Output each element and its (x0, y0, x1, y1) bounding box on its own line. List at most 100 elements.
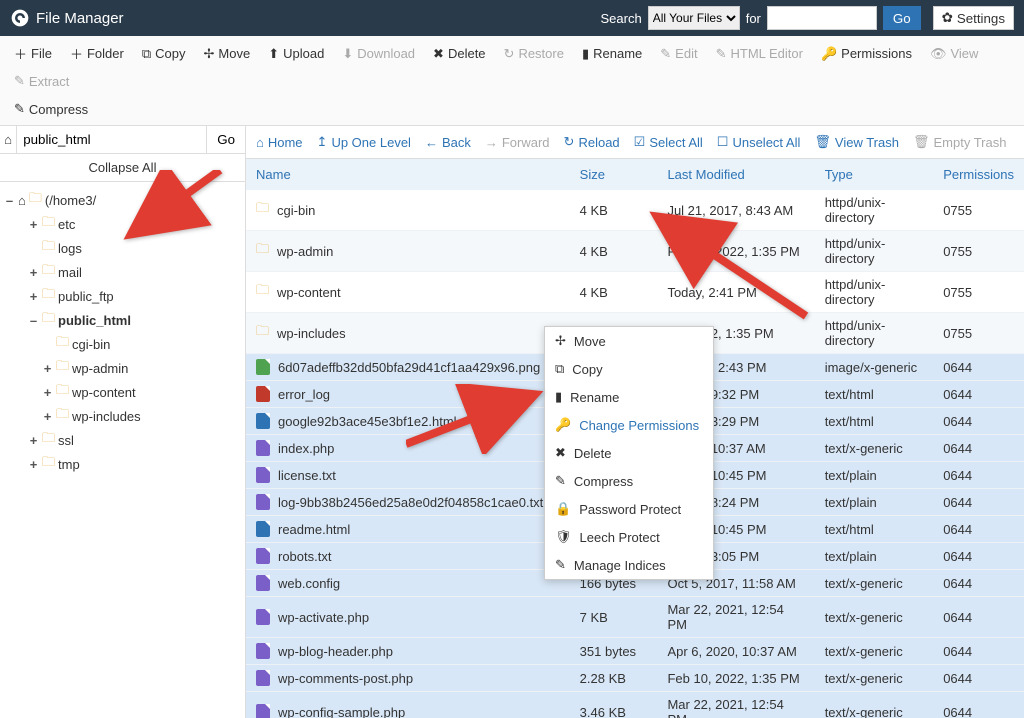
ctx-compress[interactable]: ✎Compress (545, 467, 713, 495)
search-area: Search All Your Files for Go ✿Settings (601, 6, 1015, 30)
tb-move[interactable]: ✢Move (196, 40, 259, 67)
tree-node[interactable]: +🗀wp-includes (4, 404, 241, 428)
file-icon (256, 359, 270, 375)
tb-file[interactable]: ＋File (6, 40, 60, 67)
file-type: text/plain (815, 462, 934, 489)
file-perm: 0644 (933, 462, 1024, 489)
tb-view[interactable]: 👁View (922, 40, 986, 67)
file-type: text/x-generic (815, 692, 934, 718)
file-icon (256, 575, 270, 591)
file-type: httpd/unix-directory (815, 231, 934, 272)
table-row[interactable]: 🗀cgi-bin4 KBJul 21, 2017, 8:43 AMhttpd/u… (246, 190, 1024, 231)
table-row[interactable]: wp-blog-header.php351 bytesApr 6, 2020, … (246, 638, 1024, 665)
nav-forward[interactable]: →Forward (485, 134, 550, 150)
file-name: wp-content (277, 285, 341, 300)
file-name: wp-blog-header.php (278, 644, 393, 659)
file-name: web.config (278, 576, 340, 591)
file-type: text/plain (815, 489, 934, 516)
file-modified: Mar 22, 2021, 12:54 PM (657, 692, 814, 718)
home-icon-button[interactable]: ⌂ (0, 126, 17, 153)
nav-up[interactable]: ↥Up One Level (317, 134, 411, 150)
tree-node[interactable]: +🗀wp-content (4, 380, 241, 404)
file-perm: 0644 (933, 381, 1024, 408)
ctx-password-protect[interactable]: 🔒Password Protect (545, 495, 713, 523)
search-go-button[interactable]: Go (883, 6, 921, 30)
file-type: text/html (815, 381, 934, 408)
path-input[interactable] (17, 126, 206, 153)
ctx-rename[interactable]: ▮Rename (545, 383, 713, 411)
table-row[interactable]: 🗀wp-admin4 KBFeb 10, 2022, 1:35 PMhttpd/… (246, 231, 1024, 272)
search-scope-select[interactable]: All Your Files (648, 6, 740, 30)
nav-unselect-all[interactable]: ☐Unselect All (717, 134, 801, 150)
nav-view-trash[interactable]: 🗑View Trash (814, 134, 899, 150)
file-icon (256, 609, 270, 625)
file-size: 4 KB (570, 272, 658, 313)
tb-upload[interactable]: ⬆Upload (260, 40, 332, 67)
nav-back[interactable]: ←Back (425, 134, 471, 150)
tb-html-editor[interactable]: ✎HTML Editor (708, 40, 811, 67)
search-input[interactable] (767, 6, 877, 30)
table-row[interactable]: 🗀wp-content4 KBToday, 2:41 PMhttpd/unix-… (246, 272, 1024, 313)
col-type[interactable]: Type (815, 159, 934, 190)
file-perm: 0644 (933, 570, 1024, 597)
ctx-change-permissions[interactable]: 🔑Change Permissions (545, 411, 713, 439)
table-row[interactable]: wp-activate.php7 KBMar 22, 2021, 12:54 P… (246, 597, 1024, 638)
folder-icon: 🗀 (256, 281, 269, 303)
file-size: 351 bytes (570, 638, 658, 665)
ctx-manage-indices[interactable]: ✎Manage Indices (545, 551, 713, 579)
col-name[interactable]: Name (246, 159, 570, 190)
tb-rename[interactable]: ▮Rename (574, 40, 650, 67)
tb-edit[interactable]: ✎Edit (652, 40, 705, 67)
tb-download[interactable]: ⬇Download (334, 40, 423, 67)
nav-select-all[interactable]: ☑Select All (634, 134, 703, 150)
nav-reload[interactable]: ↻Reload (564, 134, 620, 150)
nav-empty-trash[interactable]: 🗑Empty Trash (913, 134, 1006, 150)
path-go-button[interactable]: Go (206, 126, 245, 153)
tree-node[interactable]: –🗀public_html (4, 308, 241, 332)
file-modified: Mar 22, 2021, 12:54 PM (657, 597, 814, 638)
col-modified[interactable]: Last Modified (657, 159, 814, 190)
file-type: httpd/unix-directory (815, 313, 934, 354)
ctx-leech-protect[interactable]: 🛡Leech Protect (545, 523, 713, 551)
ctx-delete[interactable]: ✖Delete (545, 439, 713, 467)
table-row[interactable]: wp-comments-post.php2.28 KBFeb 10, 2022,… (246, 665, 1024, 692)
nav-home[interactable]: ⌂Home (256, 134, 303, 150)
tree-node[interactable]: +🗀ssl (4, 428, 241, 452)
col-size[interactable]: Size (570, 159, 658, 190)
file-size: 4 KB (570, 190, 658, 231)
tree-node[interactable]: +🗀wp-admin (4, 356, 241, 380)
ctx-move[interactable]: ✢Move (545, 327, 713, 355)
tb-permissions[interactable]: 🔑Permissions (813, 40, 920, 67)
file-perm: 0644 (933, 516, 1024, 543)
tree-node[interactable]: +🗀mail (4, 260, 241, 284)
tb-copy[interactable]: ⧉Copy (134, 40, 194, 67)
tb-delete[interactable]: ✖Delete (425, 40, 493, 67)
tree-node[interactable]: +🗀tmp (4, 452, 241, 476)
collapse-all-button[interactable]: Collapse All (0, 154, 245, 182)
col-perm[interactable]: Permissions (933, 159, 1024, 190)
tb-extract[interactable]: ✎Extract (6, 69, 77, 93)
file-size: 2.28 KB (570, 665, 658, 692)
tb-folder[interactable]: ＋Folder (62, 40, 132, 67)
tb-compress[interactable]: ✎Compress (6, 97, 96, 121)
tree-root[interactable]: –⌂🗀(/home3/ (4, 188, 241, 212)
file-name: error_log (278, 387, 330, 402)
tree-node[interactable]: +🗀public_ftp (4, 284, 241, 308)
file-icon (256, 440, 270, 456)
file-panel: ⌂Home ↥Up One Level ←Back →Forward ↻Relo… (246, 126, 1024, 718)
file-size: 4 KB (570, 231, 658, 272)
folder-tree[interactable]: –⌂🗀(/home3/ +🗀etc🗀logs+🗀mail+🗀public_ftp… (0, 182, 245, 718)
nav-row: ⌂Home ↥Up One Level ←Back →Forward ↻Relo… (246, 126, 1024, 159)
settings-button[interactable]: ✿Settings (933, 6, 1014, 30)
file-name: readme.html (278, 522, 350, 537)
file-name: wp-activate.php (278, 610, 369, 625)
file-size: 3.46 KB (570, 692, 658, 718)
folder-icon: 🗀 (256, 199, 269, 221)
tb-restore[interactable]: ↻Restore (496, 40, 572, 67)
tree-node[interactable]: +🗀etc (4, 212, 241, 236)
file-perm: 0644 (933, 489, 1024, 516)
table-row[interactable]: wp-config-sample.php3.46 KBMar 22, 2021,… (246, 692, 1024, 718)
tree-node[interactable]: 🗀logs (4, 236, 241, 260)
tree-node[interactable]: 🗀cgi-bin (4, 332, 241, 356)
ctx-copy[interactable]: ⧉Copy (545, 355, 713, 383)
